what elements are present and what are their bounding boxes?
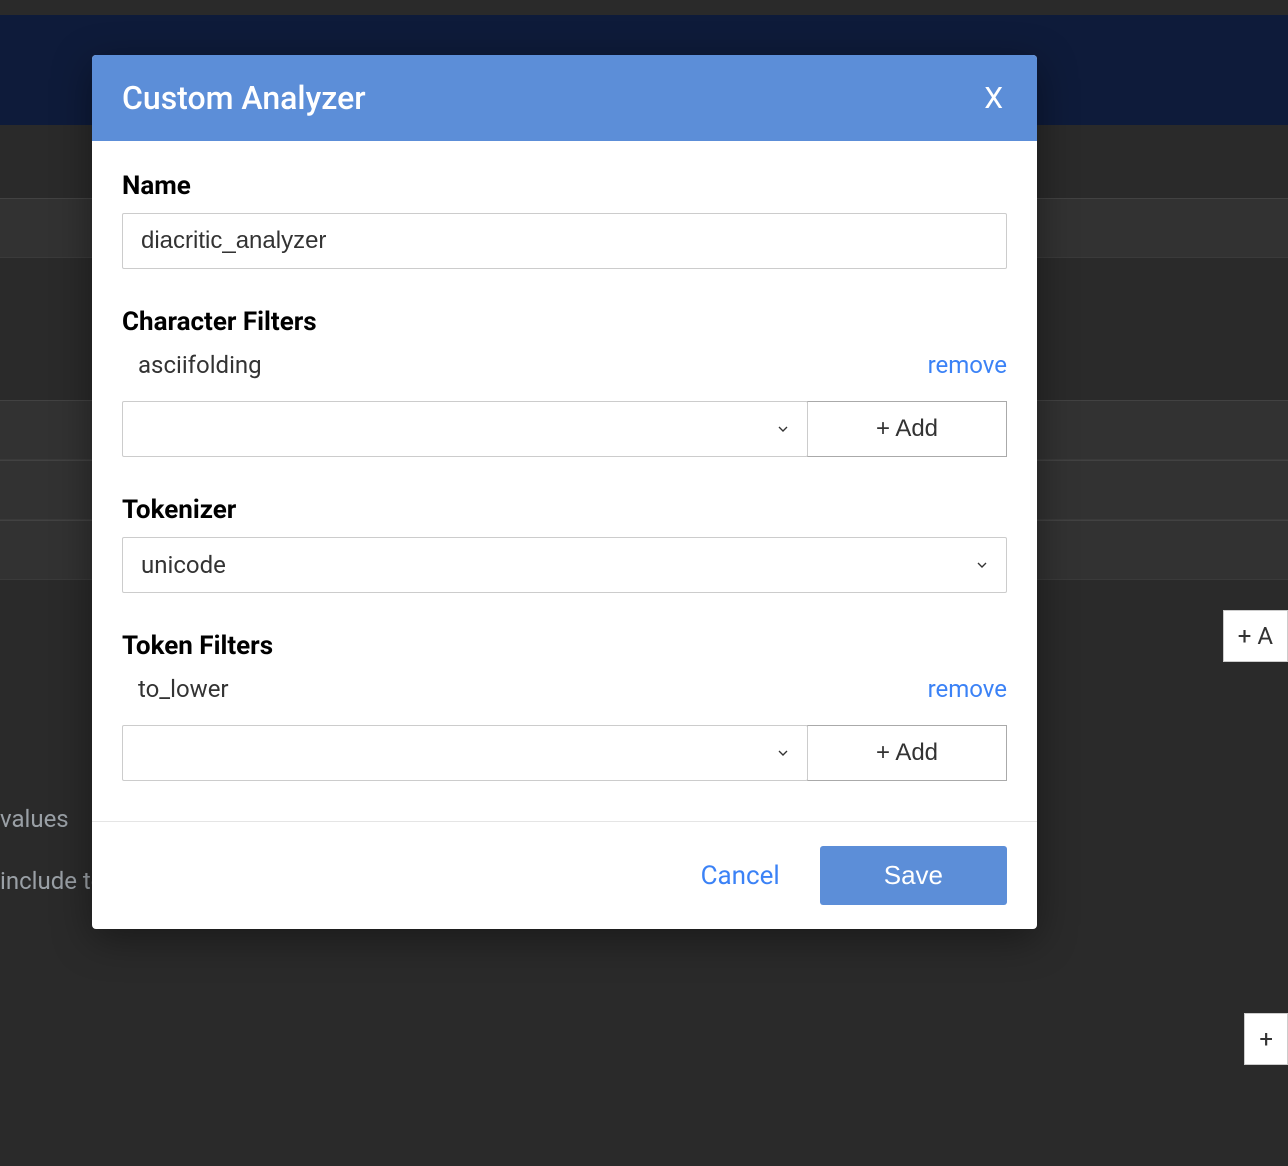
bg-add-button: + [1244, 1013, 1288, 1065]
token-filter-select[interactable] [122, 725, 808, 781]
character-filter-name: asciifolding [138, 351, 262, 379]
remove-character-filter-link[interactable]: remove [928, 351, 1007, 379]
character-filter-select[interactable] [122, 401, 808, 457]
bg-text: include te [0, 867, 104, 895]
token-filters-section: Token Filters to_lower remove + Add [122, 631, 1007, 781]
chevron-down-icon [775, 421, 791, 437]
character-filters-label: Character Filters [122, 307, 1007, 337]
bg-add-button-label: + A [1238, 622, 1273, 650]
tokenizer-select[interactable]: unicode [122, 537, 1007, 593]
close-button[interactable]: X [980, 81, 1007, 116]
modal-body: Name Character Filters asciifolding remo… [92, 141, 1037, 821]
character-filter-row: asciifolding remove [122, 349, 1007, 393]
token-filter-add-row: + Add [122, 725, 1007, 781]
name-label: Name [122, 171, 1007, 201]
token-filters-label: Token Filters [122, 631, 1007, 661]
character-filter-add-row: + Add [122, 401, 1007, 457]
character-filters-section: Character Filters asciifolding remove + … [122, 307, 1007, 457]
token-filter-name: to_lower [138, 675, 229, 703]
remove-token-filter-link[interactable]: remove [928, 675, 1007, 703]
modal-title: Custom Analyzer [122, 79, 366, 117]
save-button[interactable]: Save [820, 846, 1007, 905]
bg-text: values [0, 805, 69, 833]
bg-add-button: + A [1223, 610, 1288, 662]
name-section: Name [122, 171, 1007, 269]
token-filter-row: to_lower remove [122, 673, 1007, 717]
chevron-down-icon [775, 745, 791, 761]
add-token-filter-button[interactable]: + Add [807, 725, 1007, 781]
add-character-filter-button[interactable]: + Add [807, 401, 1007, 457]
modal-footer: Cancel Save [92, 821, 1037, 929]
chevron-down-icon [974, 557, 990, 573]
modal-header: Custom Analyzer X [92, 55, 1037, 141]
tokenizer-select-value: unicode [141, 551, 226, 579]
bg-add-button-label: + [1259, 1025, 1273, 1053]
name-input[interactable] [122, 213, 1007, 269]
tokenizer-section: Tokenizer unicode [122, 495, 1007, 593]
cancel-button[interactable]: Cancel [701, 861, 780, 891]
tokenizer-label: Tokenizer [122, 495, 1007, 525]
custom-analyzer-modal: Custom Analyzer X Name Character Filters… [92, 55, 1037, 929]
